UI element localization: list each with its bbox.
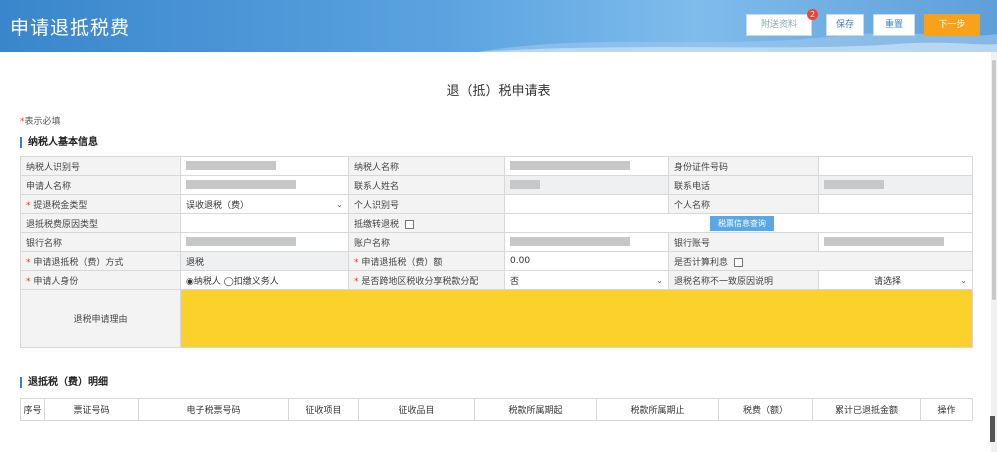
attach-count-badge: 2: [807, 9, 818, 20]
applicant-identity-radios: ◉纳税人 ◯扣缴义务人: [180, 270, 349, 290]
taxpayer-name-value: [504, 156, 669, 176]
chevron-down-icon: ⌄: [336, 199, 343, 209]
bank-name-value: [180, 232, 349, 252]
label-refund-type: * 提退税金类型: [20, 194, 181, 214]
label-refund-amount: * 申请退抵税（费）额: [348, 251, 505, 271]
col-period-start: 税款所属期起: [474, 398, 597, 421]
col-collection-category: 征收品目: [358, 398, 475, 421]
next-step-button[interactable]: 下一步: [924, 14, 980, 36]
account-name-value: [504, 232, 669, 252]
header-wave-decoration: [477, 33, 997, 52]
calc-interest-checkbox[interactable]: [734, 257, 744, 267]
section-refund-detail-title: 退抵税（费）明细: [20, 377, 108, 388]
refund-reason-textarea[interactable]: [180, 289, 973, 348]
required-note-text: 表示必填: [24, 117, 61, 127]
contact-name-input[interactable]: [504, 175, 669, 195]
cross-region-select[interactable]: 否 ⌄: [504, 270, 669, 290]
radio-withholding-agent[interactable]: ◯扣缴义务人: [224, 277, 279, 287]
reset-button[interactable]: 重置: [873, 14, 915, 36]
label-personal-id: 个人识别号: [348, 194, 505, 214]
applicant-name-value: [180, 175, 349, 195]
bank-account-value: [818, 232, 973, 252]
label-account-name: 账户名称: [348, 232, 505, 252]
refund-amount-input[interactable]: 0.00: [504, 251, 669, 271]
label-bank-name: 银行名称: [20, 232, 181, 252]
label-refund-transfer: 抵缴转退税: [348, 213, 505, 233]
refund-voucher-type-value: [180, 213, 349, 233]
label-bank-account: 银行账号: [668, 232, 819, 252]
label-applicant-name: 申请人名称: [20, 175, 181, 195]
refund-type-select[interactable]: 误收退税（费） ⌄: [180, 194, 349, 214]
personal-name-input[interactable]: [818, 194, 973, 214]
personal-id-input[interactable]: [504, 194, 669, 214]
attach-documents-button[interactable]: 附送资料: [746, 14, 812, 36]
col-e-tax-number: 电子税票号码: [138, 398, 289, 421]
refund-transfer-checkbox[interactable]: [405, 219, 415, 229]
tax-info-query-button[interactable]: 税票信息查询: [710, 215, 774, 231]
taxpayer-id-value: [180, 156, 349, 176]
side-tool-icon[interactable]: [990, 416, 995, 442]
section-taxpayer-info-title: 纳税人基本信息: [20, 137, 98, 148]
form-title: 退（抵）税申请表: [446, 84, 551, 99]
save-button[interactable]: 保存: [826, 14, 864, 36]
col-period-end: 税款所属期止: [596, 398, 719, 421]
page-title: 申请退抵税费: [10, 17, 131, 39]
label-contact-phone: 联系电话: [668, 175, 819, 195]
taxpayer-info-table: 纳税人识别号 纳税人名称 身份证件号码 申请人名称 联系人姓名 联系电话 * 提…: [20, 156, 973, 348]
label-calc-interest: 是否计算利息: [668, 251, 973, 271]
contact-phone-input[interactable]: [818, 175, 973, 195]
col-index: 序号: [20, 398, 45, 421]
col-refunded-total: 累计已退抵金额: [812, 398, 921, 421]
label-name-mismatch: 退税名称不一致原因说明: [668, 270, 819, 290]
refund-method-value: 退税: [180, 251, 349, 271]
required-note: *表示必填: [20, 114, 61, 127]
chevron-down-icon: ⌄: [656, 275, 663, 285]
chevron-down-icon: ⌄: [960, 275, 967, 285]
col-voucher-number: 票证号码: [44, 398, 139, 421]
label-personal-name: 个人名称: [668, 194, 819, 214]
label-refund-voucher-type: 退抵税费原因类型: [20, 213, 181, 233]
label-taxpayer-name: 纳税人名称: [348, 156, 505, 176]
radio-taxpayer[interactable]: ◉纳税人: [186, 277, 221, 287]
label-refund-reason: 退税申请理由: [20, 289, 181, 348]
label-applicant-identity: * 申请人身份: [20, 270, 181, 290]
col-tax-amount: 税费（额）: [718, 398, 813, 421]
label-taxpayer-id: 纳税人识别号: [20, 156, 181, 176]
label-refund-method: * 申请退抵税（费）方式: [20, 251, 181, 271]
label-id-number: 身份证件号码: [668, 156, 819, 176]
col-collection-item: 征收项目: [288, 398, 359, 421]
label-cross-region: * 是否跨地区税收分享税款分配: [348, 270, 505, 290]
name-mismatch-select[interactable]: 请选择 ⌄: [818, 270, 973, 290]
label-contact-name: 联系人姓名: [348, 175, 505, 195]
tax-query-cell: 税票信息查询: [504, 213, 973, 233]
refund-detail-table: 序号 票证号码 电子税票号码 征收项目 征收品目 税款所属期起 税款所属期止 税…: [20, 398, 973, 421]
col-operation: 操作: [920, 398, 973, 421]
id-number-value: [818, 156, 973, 176]
